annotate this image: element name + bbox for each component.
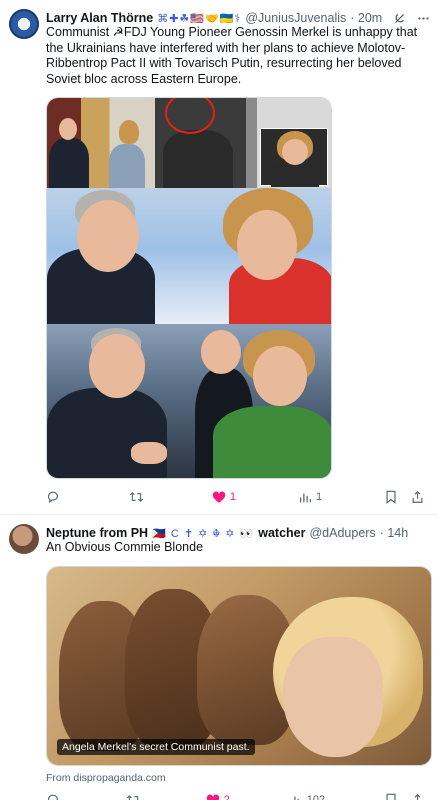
post-image-collage[interactable]: [46, 97, 332, 479]
post-actions: 1 1: [46, 489, 424, 505]
views-button[interactable]: 1: [299, 491, 322, 504]
share-icon[interactable]: [411, 490, 424, 504]
post-time[interactable]: · 20m: [350, 11, 382, 25]
views-count: 1: [315, 491, 323, 503]
post-text: Communist ☭FDJ Young Pioneer Genossin Me…: [46, 25, 418, 86]
bookmark-icon[interactable]: [385, 490, 397, 504]
reply-button[interactable]: [46, 490, 66, 504]
post-actions: 2 102: [46, 792, 424, 800]
like-count: 1: [229, 491, 236, 503]
post-2[interactable]: Neptune from PH 🇵🇭 C ✝ ✡ ☬ ✡ 👀 watcher @…: [0, 515, 438, 800]
collage-bottom-panel: [47, 324, 331, 478]
post-text: An Obvious Commie Blonde: [46, 540, 204, 554]
repost-icon: [126, 795, 139, 800]
views-button[interactable]: 102: [290, 794, 325, 800]
author-display-name[interactable]: Larry Alan Thörne: [46, 11, 153, 25]
reply-icon: [48, 491, 58, 504]
media-caption: Angela Merkel's secret Communist past.: [57, 739, 255, 755]
like-count: 2: [223, 794, 230, 800]
share-icon[interactable]: [411, 793, 424, 800]
author-display-name[interactable]: Neptune from PH: [46, 526, 148, 540]
author-handle[interactable]: @dAdupers: [309, 526, 375, 540]
link-source[interactable]: From dispropaganda.com: [46, 772, 166, 784]
repost-button[interactable]: [129, 490, 149, 504]
author-badges: ⌘✚☘︎🇺🇸🤝🇺🇦⚕: [157, 12, 242, 25]
views-count: 102: [306, 794, 326, 800]
heart-icon: [212, 491, 226, 503]
author-name-suffix[interactable]: watcher: [258, 526, 305, 540]
author-handle[interactable]: @JuniusJuvenalis: [245, 11, 346, 25]
secondary-actions: [385, 793, 424, 800]
bookmark-icon[interactable]: [385, 793, 397, 800]
post-image[interactable]: Angela Merkel's secret Communist past.: [46, 566, 432, 766]
avatar[interactable]: [9, 9, 39, 39]
reply-icon: [48, 794, 58, 800]
heart-icon: [206, 794, 219, 800]
inset-photo: [260, 128, 328, 187]
collage-middle-panel: [47, 188, 331, 324]
views-icon: [299, 492, 311, 502]
post-time[interactable]: · 14h: [380, 526, 409, 540]
views-icon: [290, 795, 299, 800]
author-badges: 🇵🇭 C ✝ ✡ ☬ ✡ 👀: [152, 527, 255, 540]
painting-background: [47, 567, 431, 765]
grok-icon[interactable]: [392, 11, 406, 25]
like-button[interactable]: 1: [212, 491, 236, 504]
repost-button[interactable]: [126, 793, 146, 800]
collage-top-panel: [47, 98, 331, 188]
like-button[interactable]: 2: [206, 794, 230, 800]
secondary-actions: [385, 490, 424, 504]
repost-icon: [129, 492, 144, 502]
reply-button[interactable]: [46, 793, 66, 800]
avatar[interactable]: [9, 524, 39, 554]
more-icon[interactable]: [416, 11, 430, 25]
post-1[interactable]: Larry Alan Thörne ⌘✚☘︎🇺🇸🤝🇺🇦⚕ @JuniusJuve…: [0, 0, 438, 515]
